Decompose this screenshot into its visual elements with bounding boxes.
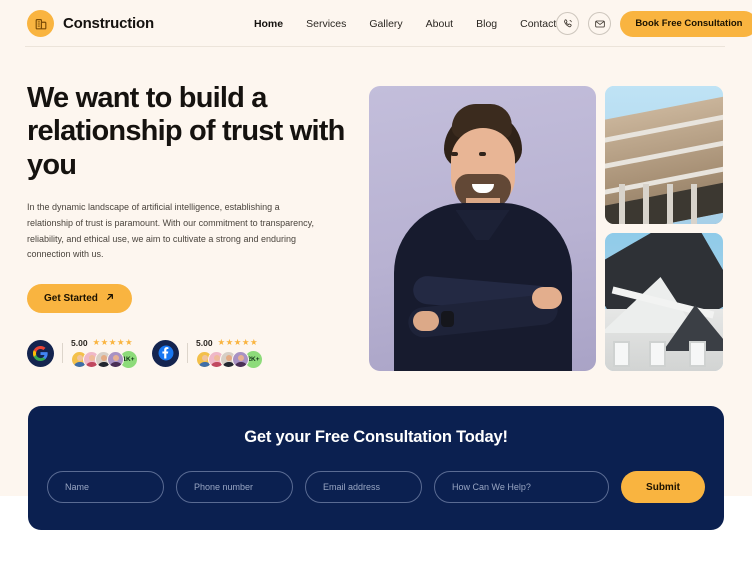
page-title: We want to build a relationship of trust… <box>27 82 345 181</box>
nav-item-home[interactable]: Home <box>254 18 283 30</box>
phone-input[interactable] <box>176 471 293 503</box>
construction-building-image <box>605 86 723 224</box>
consultation-form: Submit <box>47 471 705 503</box>
hero-image-gallery <box>369 86 723 371</box>
google-rating-score: 5.00 <box>71 337 88 348</box>
facebook-avatar-group: 2K+ <box>196 350 263 370</box>
google-rating-line: 5.00 ★★★★★ <box>71 337 138 348</box>
nav-item-services[interactable]: Services <box>306 18 346 30</box>
nav-item-about[interactable]: About <box>426 18 453 30</box>
social-divider <box>187 343 188 364</box>
building-icon <box>27 10 54 37</box>
email-input[interactable] <box>305 471 422 503</box>
get-started-button[interactable]: Get Started <box>27 284 132 314</box>
arrow-up-right-icon <box>105 292 115 305</box>
book-consultation-button[interactable]: Book Free Consultation <box>620 10 752 37</box>
mail-icon[interactable] <box>588 12 612 35</box>
site-header: Construction Home Services Gallery About… <box>0 0 752 47</box>
facebook-rating-block: 5.00 ★★★★★ 2K+ <box>196 337 263 370</box>
main-nav: Home Services Gallery About Blog Contact <box>254 18 556 30</box>
how-can-we-help-input[interactable] <box>434 471 609 503</box>
consultation-card: Get your Free Consultation Today! Submit <box>28 406 724 530</box>
facebook-rating-score: 5.00 <box>196 337 213 348</box>
social-proof-google: 5.00 ★★★★★ 1K+ <box>27 337 138 370</box>
facebook-rating-line: 5.00 ★★★★★ <box>196 337 263 348</box>
facebook-icon <box>152 339 179 367</box>
google-avatar-group: 1K+ <box>71 350 138 370</box>
header-actions: Book Free Consultation <box>556 10 752 37</box>
brand-logo[interactable]: Construction <box>27 10 154 37</box>
hero-section: We want to build a relationship of trust… <box>0 47 752 377</box>
hero-paragraph: In the dynamic landscape of artificial i… <box>27 202 314 260</box>
google-rating-block: 5.00 ★★★★★ 1K+ <box>71 337 138 370</box>
get-started-label: Get Started <box>44 293 98 305</box>
hero-portrait-image <box>369 86 596 371</box>
hero-side-images <box>605 86 723 371</box>
consultation-title: Get your Free Consultation Today! <box>244 428 508 446</box>
google-star-rating: ★★★★★ <box>92 337 134 348</box>
nav-item-contact[interactable]: Contact <box>520 18 556 30</box>
name-input[interactable] <box>47 471 164 503</box>
social-proof: 5.00 ★★★★★ 1K+ 5.00 ★★★★★ 2K+ <box>27 337 347 370</box>
brand-name: Construction <box>63 15 154 32</box>
submit-button[interactable]: Submit <box>621 471 705 503</box>
facebook-star-rating: ★★★★★ <box>217 337 259 348</box>
social-divider <box>62 343 63 364</box>
social-proof-facebook: 5.00 ★★★★★ 2K+ <box>152 337 263 370</box>
hero-copy: We want to build a relationship of trust… <box>27 82 347 370</box>
white-house-image <box>605 233 723 371</box>
google-icon <box>27 339 54 367</box>
phone-icon[interactable] <box>556 12 580 35</box>
avatar <box>107 351 124 369</box>
nav-item-blog[interactable]: Blog <box>476 18 497 30</box>
landing-page: Construction Home Services Gallery About… <box>0 0 752 564</box>
avatar <box>232 351 249 369</box>
nav-item-gallery[interactable]: Gallery <box>369 18 402 30</box>
